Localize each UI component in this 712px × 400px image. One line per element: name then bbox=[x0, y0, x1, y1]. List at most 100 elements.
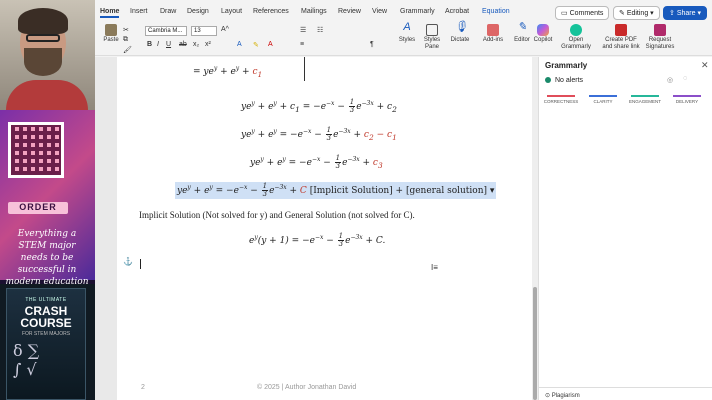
styles-icon: A bbox=[403, 21, 411, 33]
numbering-icon[interactable]: ☷ bbox=[317, 26, 323, 34]
grammarly-icon bbox=[570, 24, 582, 36]
text-cursor bbox=[140, 259, 141, 269]
editor-icon: ✎ bbox=[517, 21, 527, 33]
underline-button[interactable]: U bbox=[166, 41, 171, 48]
clipboard-icon bbox=[105, 24, 117, 36]
bullets-icon[interactable]: ☰ bbox=[300, 26, 306, 34]
alerts-status: No alerts bbox=[545, 77, 583, 84]
equation-line-3[interactable]: yey + ey = −e−x − 1 3 e−3x + c3 bbox=[250, 155, 383, 170]
tab-equation[interactable]: Equation bbox=[482, 8, 510, 15]
addins-button[interactable]: Add-ins bbox=[479, 24, 507, 44]
align-icon[interactable]: ≡ bbox=[300, 41, 304, 48]
qr-code bbox=[8, 122, 64, 178]
order-label: ORDER bbox=[8, 202, 68, 214]
font-color-icon[interactable]: A bbox=[268, 41, 273, 48]
tab-acrobat[interactable]: Acrobat bbox=[445, 8, 469, 15]
styles-button[interactable]: A Styles bbox=[395, 21, 419, 44]
editing-button[interactable]: ✎ Editing ▾ bbox=[613, 6, 660, 20]
pencil-icon: ✎ bbox=[619, 10, 627, 17]
math-symbols-icon: δ ∑ ∫ √ bbox=[13, 341, 40, 379]
cut-icon[interactable]: ✂ bbox=[123, 26, 129, 34]
share-button[interactable]: ⇪ Share ▾ bbox=[663, 6, 707, 20]
document-page[interactable]: = yey + ey + c1 yey + ey + c1 = −e−x − 1… bbox=[117, 57, 532, 400]
promo-banner: ORDER Everything a STEM major needs to b… bbox=[0, 110, 95, 287]
grammarly-pane: Grammarly ✕ No alerts ◎ ◌ CORRECTNESS CL… bbox=[538, 57, 712, 400]
grammarly-title: Grammarly bbox=[545, 61, 588, 70]
tab-review[interactable]: Review bbox=[338, 8, 361, 15]
status-dot-icon bbox=[545, 77, 551, 84]
font-size-select[interactable]: 13 bbox=[191, 26, 217, 36]
tab-design[interactable]: Design bbox=[187, 8, 209, 15]
book-cover: THE ULTIMATE CRASH COURSE FOR STEM MAJOR… bbox=[0, 284, 95, 400]
styles-pane-icon bbox=[426, 24, 438, 36]
copy-icon[interactable]: ⧉ bbox=[123, 36, 128, 44]
font-name-select[interactable]: Cambria M... bbox=[145, 26, 187, 36]
ribbon-tabs: Home Insert Draw Design Layout Reference… bbox=[95, 0, 712, 20]
equation-line-1[interactable]: yey + ey + c1 = −e−x − 1 3 e−3x + c2 bbox=[241, 99, 397, 114]
tab-home[interactable]: Home bbox=[100, 8, 120, 18]
implicit-label: [Implicit Solution] + [general solution] bbox=[309, 186, 488, 196]
equation-final[interactable]: ey(y + 1) = −e−x − 1 3 e−3x + C. bbox=[249, 233, 385, 248]
italic-button[interactable]: I bbox=[157, 41, 159, 48]
tab-view[interactable]: View bbox=[372, 8, 387, 15]
tab-draw[interactable]: Draw bbox=[160, 8, 176, 15]
equation-line-0[interactable]: = yey + ey + c1 bbox=[193, 65, 262, 79]
webcam-feed bbox=[0, 0, 95, 120]
paragraph-text[interactable]: Implicit Solution (Not solved for y) and… bbox=[139, 210, 415, 220]
goals-icon[interactable]: ◎ bbox=[667, 76, 673, 84]
tab-grammarly[interactable]: Grammarly bbox=[400, 8, 435, 15]
paste-button[interactable]: Paste bbox=[101, 24, 121, 44]
page-number: 2 bbox=[141, 384, 145, 391]
category-delivery[interactable]: DELIVERY bbox=[667, 95, 707, 104]
scrollbar-thumb[interactable] bbox=[533, 287, 537, 400]
comment-icon: ▭ bbox=[561, 10, 570, 17]
signature-icon bbox=[654, 24, 666, 36]
styles-pane-button[interactable]: Styles Pane bbox=[421, 24, 443, 51]
promo-tagline: Everything a STEM major needs to be succ… bbox=[5, 229, 89, 287]
plagiarism-item[interactable]: ⊙ Plagiarism bbox=[545, 392, 580, 399]
plagiarism-icon: ⊙ bbox=[545, 393, 552, 399]
book-title: CRASH COURSE bbox=[20, 304, 72, 330]
tab-mailings[interactable]: Mailings bbox=[301, 8, 327, 15]
grow-font-icon[interactable]: A^ bbox=[221, 26, 229, 33]
equation-line-4[interactable]: yey + ey = −e−x − 1 3 e−3x + C [Implicit S… bbox=[175, 182, 497, 199]
microphone-icon: 🎙 bbox=[454, 21, 468, 33]
pilcrow-icon[interactable]: ¶ bbox=[370, 41, 374, 48]
category-engagement[interactable]: ENGAGEMENT bbox=[625, 95, 665, 104]
editor-button[interactable]: ✎ Editor bbox=[513, 21, 531, 44]
loading-icon: ◌ bbox=[683, 75, 688, 82]
ribbon-toolbar: Paste ✂ ⧉ 🖌 Cambria M... 13 A^ B I U ab … bbox=[95, 20, 712, 56]
copilot-button[interactable]: Copilot bbox=[533, 24, 553, 44]
bold-button[interactable]: B bbox=[147, 41, 152, 48]
comments-button[interactable]: ▭ Comments bbox=[555, 6, 610, 20]
category-correctness[interactable]: CORRECTNESS bbox=[541, 95, 581, 104]
request-signatures-button[interactable]: Request Signatures bbox=[641, 24, 679, 51]
dictate-button[interactable]: 🎙 Dictate bbox=[447, 21, 473, 44]
word-app: Home Insert Draw Design Layout Reference… bbox=[95, 0, 712, 400]
tab-insert[interactable]: Insert bbox=[130, 8, 148, 15]
page-footer: © 2025 | Author Jonathan David bbox=[257, 384, 357, 391]
close-icon[interactable]: ✕ bbox=[701, 60, 709, 71]
tab-layout[interactable]: Layout bbox=[221, 8, 242, 15]
text-effects-icon[interactable]: A bbox=[237, 41, 242, 48]
open-grammarly-button[interactable]: Open Grammarly bbox=[559, 24, 593, 51]
tab-references[interactable]: References bbox=[253, 8, 289, 15]
create-pdf-button[interactable]: Create PDF and share link bbox=[601, 24, 641, 51]
object-anchor-icon: ⚓ bbox=[123, 257, 133, 266]
share-icon: ⇪ bbox=[669, 10, 677, 17]
highlight-icon[interactable]: ✎ bbox=[253, 41, 259, 49]
strikethrough-button[interactable]: ab bbox=[179, 41, 187, 48]
left-overlay: ORDER Everything a STEM major needs to b… bbox=[0, 0, 95, 400]
addins-icon bbox=[487, 24, 499, 36]
superscript-button[interactable]: x² bbox=[205, 41, 211, 48]
ibeam-cursor-icon: I≡ bbox=[431, 263, 438, 272]
equation-line-2[interactable]: yey + ey = −e−x − 1 3 e−3x + c2 − c1 bbox=[241, 127, 397, 142]
subscript-button[interactable]: x₂ bbox=[193, 41, 199, 48]
book-top: THE ULTIMATE bbox=[25, 297, 67, 303]
category-clarity[interactable]: CLARITY bbox=[583, 95, 623, 104]
margin-marker bbox=[304, 57, 305, 81]
format-painter-icon[interactable]: 🖌 bbox=[123, 46, 132, 54]
pdf-icon bbox=[615, 24, 627, 36]
copilot-icon bbox=[537, 24, 549, 36]
document-area[interactable]: = yey + ey + c1 yey + ey + c1 = −e−x − 1… bbox=[95, 57, 538, 400]
